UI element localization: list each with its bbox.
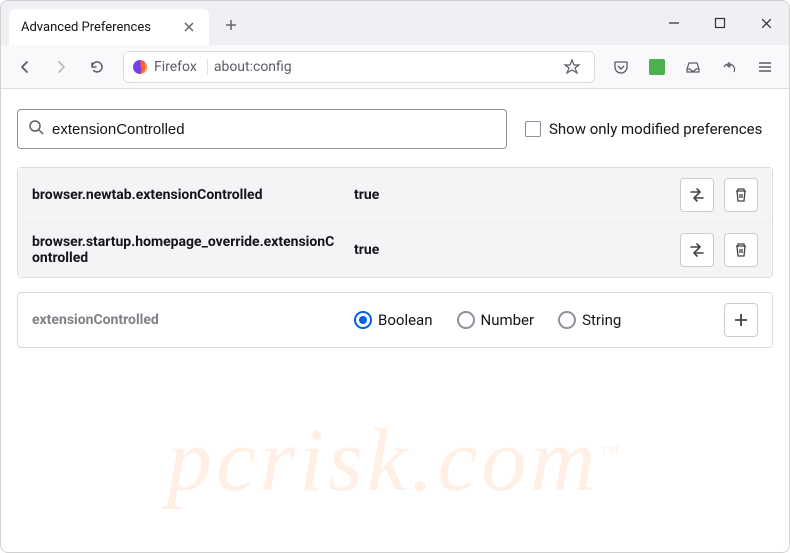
new-tab-button[interactable] — [215, 9, 247, 41]
search-input[interactable] — [52, 121, 496, 138]
reload-button[interactable] — [81, 51, 113, 83]
delete-button[interactable] — [724, 233, 758, 267]
radio-icon — [558, 311, 576, 329]
pref-name: browser.startup.homepage_override.extens… — [32, 234, 342, 266]
pref-row[interactable]: browser.newtab.extensionControlled true — [18, 168, 772, 223]
close-window-button[interactable] — [743, 1, 789, 45]
pref-value: true — [354, 242, 668, 258]
titlebar: Advanced Preferences — [1, 1, 789, 45]
show-modified-checkbox[interactable]: Show only modified preferences — [525, 120, 762, 138]
identity-box[interactable]: Firefox — [132, 59, 208, 75]
toggle-button[interactable] — [680, 233, 714, 267]
maximize-button[interactable] — [697, 1, 743, 45]
url-bar[interactable]: Firefox about:config — [123, 51, 595, 83]
browser-tab[interactable]: Advanced Preferences — [9, 9, 209, 45]
delete-button[interactable] — [724, 178, 758, 212]
forward-button[interactable] — [45, 51, 77, 83]
trash-icon — [733, 242, 749, 258]
toggle-button[interactable] — [680, 178, 714, 212]
browser-window: Advanced Preferences — [0, 0, 790, 553]
app-menu-button[interactable] — [749, 51, 781, 83]
radio-string[interactable]: String — [558, 311, 621, 329]
search-icon — [28, 119, 44, 139]
back-button[interactable] — [9, 51, 41, 83]
pocket-button[interactable] — [605, 51, 637, 83]
radio-label: Boolean — [378, 311, 433, 329]
url-text: about:config — [214, 59, 552, 75]
radio-boolean[interactable]: Boolean — [354, 311, 433, 329]
minimize-button[interactable] — [651, 1, 697, 45]
pref-actions — [680, 233, 758, 267]
pref-row[interactable]: browser.startup.homepage_override.extens… — [18, 223, 772, 277]
window-controls — [651, 1, 789, 45]
extension-button[interactable] — [641, 51, 673, 83]
radio-number[interactable]: Number — [457, 311, 535, 329]
pref-actions — [680, 178, 758, 212]
new-pref-name: extensionControlled — [32, 312, 342, 328]
inbox-button[interactable] — [677, 51, 709, 83]
firefox-icon — [132, 59, 148, 75]
plus-icon — [733, 312, 749, 328]
checkbox-icon — [525, 121, 541, 137]
radio-icon — [354, 311, 372, 329]
new-pref-row: extensionControlled Boolean Number Strin… — [17, 292, 773, 348]
tab-title: Advanced Preferences — [21, 20, 181, 35]
search-row: Show only modified preferences — [17, 109, 773, 149]
tab-close-button[interactable] — [181, 19, 197, 35]
radio-label: String — [582, 311, 621, 329]
identity-label: Firefox — [154, 59, 197, 75]
search-box[interactable] — [17, 109, 507, 149]
toggle-icon — [688, 241, 706, 259]
nav-toolbar: Firefox about:config — [1, 45, 789, 89]
type-radio-group: Boolean Number String — [354, 311, 712, 329]
toggle-icon — [688, 186, 706, 204]
radio-icon — [457, 311, 475, 329]
bookmark-star-icon[interactable] — [558, 53, 586, 81]
about-config-content: Show only modified preferences browser.n… — [1, 89, 789, 552]
radio-label: Number — [481, 311, 535, 329]
pref-name: browser.newtab.extensionControlled — [32, 187, 342, 203]
watermark: pcrisk.com™ — [167, 409, 623, 512]
trash-icon — [733, 187, 749, 203]
extension-badge-icon — [649, 59, 665, 75]
pref-list: browser.newtab.extensionControlled true … — [17, 167, 773, 278]
pref-value: true — [354, 187, 668, 203]
account-button[interactable] — [713, 51, 745, 83]
checkbox-label: Show only modified preferences — [549, 120, 762, 138]
add-pref-button[interactable] — [724, 303, 758, 337]
